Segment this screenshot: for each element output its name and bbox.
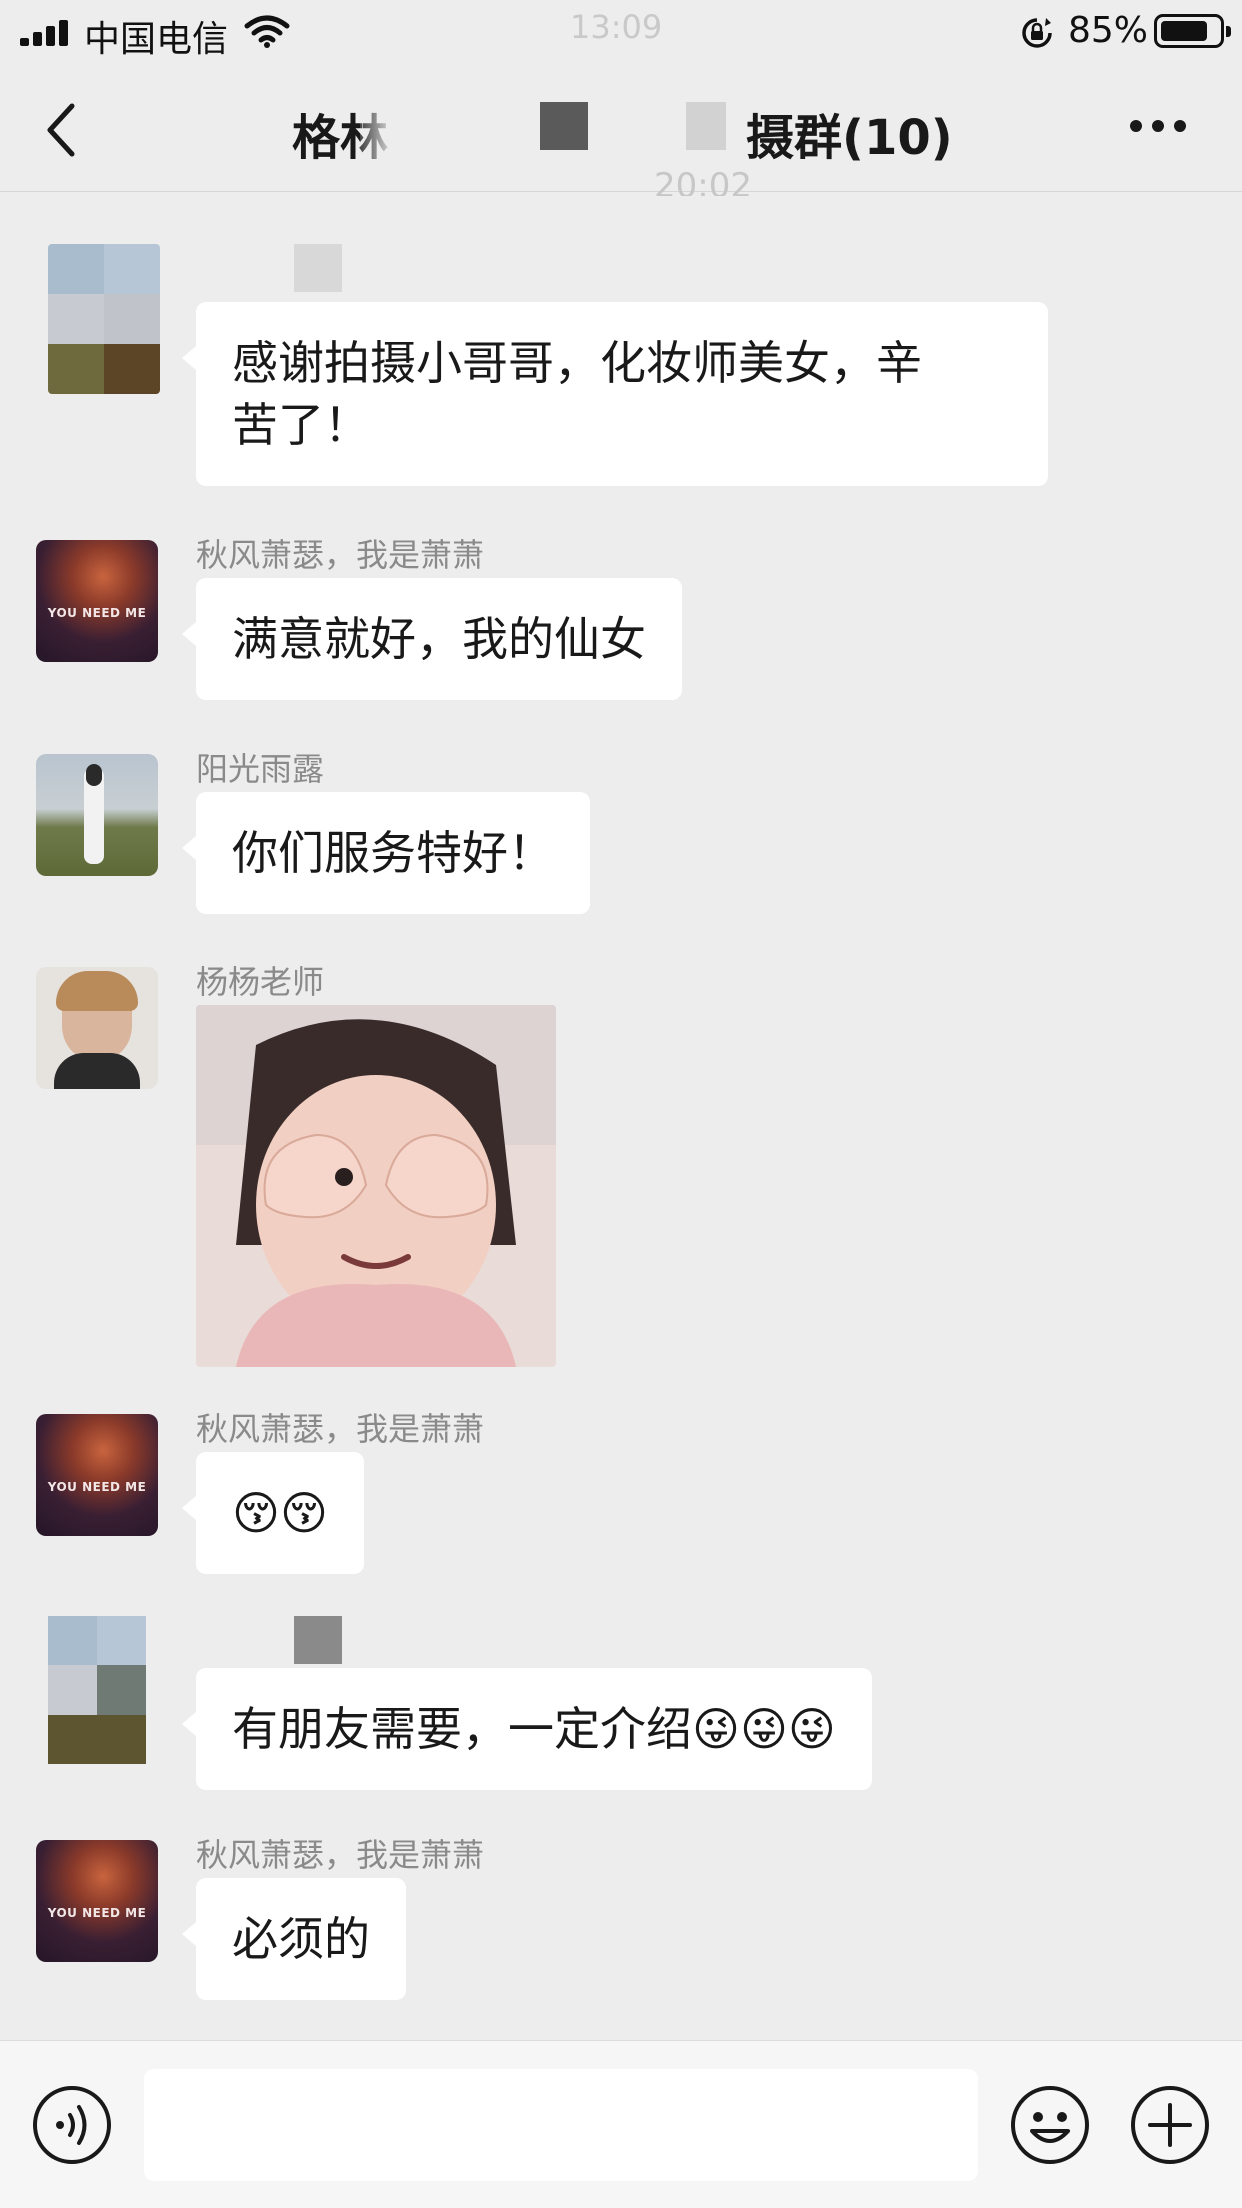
avatar[interactable]: YOU NEED ME xyxy=(36,1414,158,1536)
avatar-cover-text: YOU NEED ME xyxy=(47,1906,147,1920)
sender-name: 秋风萧瑟，我是萧萧 xyxy=(196,1410,485,1448)
carrier-label: 中国电信 xyxy=(84,19,229,60)
voice-icon xyxy=(33,2086,111,2164)
input-bar xyxy=(0,2040,1242,2208)
emoji-button[interactable] xyxy=(1010,2085,1090,2165)
avatar[interactable]: YOU NEED ME xyxy=(36,1840,158,1962)
battery-percent: 85% xyxy=(1068,10,1149,51)
chat-title: 格林 摄群(10) xyxy=(0,94,1242,166)
sender-name: 秋风萧瑟，我是萧萧 xyxy=(196,1836,485,1874)
signal-icon xyxy=(20,20,72,46)
message-bubble[interactable]: 满意就好，我的仙女 xyxy=(182,578,682,700)
status-bar: 中国电信 13:09 85% xyxy=(0,0,1242,64)
message-bubble[interactable]: 有朋友需要，一定介绍😜😜😜 xyxy=(182,1668,872,1790)
avatar[interactable] xyxy=(48,244,160,394)
sender-name: 秋风萧瑟，我是萧萧 xyxy=(196,536,485,574)
battery-icon xyxy=(1154,14,1231,48)
sticker-image[interactable] xyxy=(196,1005,556,1367)
voice-button[interactable] xyxy=(32,2085,112,2165)
chat-timestamp: 20:02 xyxy=(654,166,752,196)
avatar[interactable] xyxy=(36,754,158,876)
title-text-right: 摄群(10) xyxy=(746,110,953,166)
avatar[interactable] xyxy=(36,967,158,1089)
emoji-icon xyxy=(1011,2086,1089,2164)
clock: 13:09 xyxy=(570,8,663,46)
sender-name: 阳光雨露 xyxy=(196,750,325,788)
sender-redaction-block xyxy=(294,1616,342,1664)
wifi-icon xyxy=(244,15,290,48)
more-button[interactable] xyxy=(1130,120,1186,136)
nav-bar: 格林 摄群(10) xyxy=(0,64,1242,192)
rotation-lock-icon xyxy=(1022,18,1052,48)
title-redaction-block xyxy=(686,102,726,150)
message-input[interactable] xyxy=(144,2069,978,2181)
message-bubble[interactable]: 😚😚 xyxy=(182,1452,364,1574)
sender-name: 杨杨老师 xyxy=(196,963,325,1001)
sender-redaction-block xyxy=(294,244,342,292)
avatar[interactable]: YOU NEED ME xyxy=(36,540,158,662)
message-bubble[interactable]: 你们服务特好！ xyxy=(182,792,590,914)
message-bubble[interactable]: 必须的 xyxy=(182,1878,406,2000)
message-bubble[interactable]: 感谢拍摄小哥哥，化妆师美女，辛 苦了！ xyxy=(182,302,1048,486)
plus-icon xyxy=(1131,2086,1209,2164)
title-redaction-block xyxy=(540,102,588,150)
avatar-cover-text: YOU NEED ME xyxy=(47,1480,147,1494)
avatar[interactable] xyxy=(48,1616,146,1764)
title-redaction-fade xyxy=(360,94,420,160)
avatar-cover-text: YOU NEED ME xyxy=(47,606,147,620)
plus-button[interactable] xyxy=(1130,2085,1210,2165)
